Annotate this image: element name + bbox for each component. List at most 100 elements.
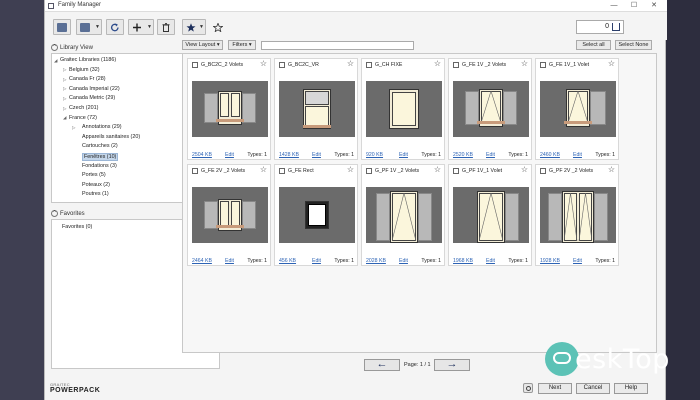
tree-item[interactable]: Canada Metric (29) [69,95,115,101]
settings-button[interactable] [523,383,533,393]
tree-item[interactable]: Poteaux (2) [82,182,110,188]
tree-collapsed-icon[interactable]: ▷ [63,86,66,92]
edit-link[interactable]: Edit [312,258,321,264]
tree-collapsed-icon[interactable]: ▷ [63,67,66,73]
view-layout-dropdown[interactable]: View Layout ▾ [182,40,223,50]
family-thumbnail[interactable] [366,187,442,243]
family-thumbnail[interactable] [453,187,529,243]
star-outline-icon[interactable]: ☆ [434,166,441,174]
family-size-link[interactable]: 2520 KB [453,152,473,158]
favorites-item[interactable]: Favorites (0) [62,224,92,230]
family-size-link[interactable]: 2460 KB [540,152,560,158]
tree-item[interactable]: Cartouches (2) [82,143,118,149]
tree-item[interactable]: Fenêtres (10) [82,153,119,161]
maximize-button[interactable]: ☐ [625,0,643,12]
family-card[interactable]: G_FE 1V_1 Volet ☆ 2460 KB Edit Types: 1 [535,58,619,160]
edit-link[interactable]: Edit [573,152,582,158]
cart-counter[interactable]: 0 [576,20,624,34]
previous-page-button[interactable]: ← [364,359,400,371]
star-outline-icon[interactable]: ☆ [521,166,528,174]
tree-item[interactable]: Portes (5) [82,172,106,178]
family-thumbnail[interactable] [540,81,616,137]
edit-link[interactable]: Edit [312,152,321,158]
edit-link[interactable]: Edit [486,152,495,158]
open-folder-button[interactable]: ▼ [76,19,102,35]
star-outline-icon[interactable]: ☆ [521,60,528,68]
add-favorite-button[interactable] [209,19,227,35]
family-checkbox[interactable] [192,168,198,174]
close-button[interactable]: ✕ [645,0,663,12]
tree-item[interactable]: Poutres (1) [82,191,109,197]
family-size-link[interactable]: 456 KB [279,258,296,264]
family-card[interactable]: G_PF 1V_1 Volet ☆ 1968 KB Edit Types: 1 [448,164,532,266]
library-view-header[interactable]: ^ Library View [51,44,93,51]
delete-button[interactable] [157,19,175,35]
tree-item[interactable]: Fondations (3) [82,163,117,169]
family-checkbox[interactable] [366,168,372,174]
family-card[interactable]: G_FE 1V _2 Volets ☆ 2520 KB Edit Types: 1 [448,58,532,160]
family-card[interactable]: G_FE 2V _2 Volets ☆ 2464 KB Edit Types: 1 [187,164,271,266]
family-thumbnail[interactable] [540,187,616,243]
family-checkbox[interactable] [540,168,546,174]
family-card[interactable]: G_BC2C_2 Volets ☆ 2504 KB Edit Types: 1 [187,58,271,160]
tree-item[interactable]: Canada Imperial (22) [69,86,120,92]
family-thumbnail[interactable] [279,187,355,243]
family-checkbox[interactable] [540,62,546,68]
tree-item[interactable]: France (72) [69,115,97,121]
tree-collapsed-icon[interactable]: ▷ [72,125,75,131]
star-outline-icon[interactable]: ☆ [347,166,354,174]
family-size-link[interactable]: 1428 KB [279,152,299,158]
select-all-button[interactable]: Select all [576,40,611,50]
family-checkbox[interactable] [453,62,459,68]
family-card[interactable]: G_CH FIXE ☆ 920 KB Edit Types: 1 [361,58,445,160]
next-button[interactable]: Next [538,383,572,394]
filters-dropdown[interactable]: Filters ▾ [228,40,256,50]
family-checkbox[interactable] [366,62,372,68]
minimize-button[interactable]: — [605,0,623,12]
tree-item[interactable]: Graitec Libraries (1186) [60,57,116,63]
tree-expanded-icon[interactable]: ◢ [63,115,66,121]
tree-collapsed-icon[interactable]: ▷ [63,96,66,102]
tree-collapsed-icon[interactable]: ▷ [63,106,66,112]
star-outline-icon[interactable]: ☆ [434,60,441,68]
star-outline-icon[interactable]: ☆ [347,60,354,68]
tree-item[interactable]: Appareils sanitaires (20) [82,134,140,140]
family-card[interactable]: G_FE Rect ☆ 456 KB Edit Types: 1 [274,164,358,266]
edit-link[interactable]: Edit [486,258,495,264]
edit-link[interactable]: Edit [225,152,234,158]
family-size-link[interactable]: 2028 KB [366,258,386,264]
tree-item[interactable]: Annotations (29) [82,124,122,130]
family-size-link[interactable]: 1968 KB [453,258,473,264]
family-size-link[interactable]: 920 KB [366,152,383,158]
family-thumbnail[interactable] [192,187,268,243]
family-size-link[interactable]: 2464 KB [192,258,212,264]
tree-item[interactable]: Belgium (32) [69,67,100,73]
family-size-link[interactable]: 1928 KB [540,258,560,264]
family-checkbox[interactable] [192,62,198,68]
add-button[interactable]: ▼ [128,19,154,35]
family-size-link[interactable]: 2504 KB [192,152,212,158]
edit-link[interactable]: Edit [225,258,234,264]
family-checkbox[interactable] [279,62,285,68]
family-card[interactable]: G_PF 2V _2 Volets ☆ 1928 KB Edit Types: 1 [535,164,619,266]
star-outline-icon[interactable]: ☆ [608,166,615,174]
family-thumbnail[interactable] [192,81,268,137]
star-outline-icon[interactable]: ☆ [260,166,267,174]
help-button[interactable]: Help [614,383,648,394]
refresh-button[interactable] [106,19,124,35]
favorites-menu-button[interactable]: ▼ [182,19,206,35]
select-none-button[interactable]: Select None [615,40,652,50]
tree-item[interactable]: Czech (201) [69,105,98,111]
new-library-button[interactable] [53,19,71,35]
edit-link[interactable]: Edit [573,258,582,264]
cancel-button[interactable]: Cancel [576,383,610,394]
family-card[interactable]: G_BC2C_VR ☆ 1428 KB Edit Types: 1 [274,58,358,160]
family-card[interactable]: G_PF 1V _2 Volets ☆ 2028 KB Edit Types: 1 [361,164,445,266]
tree-collapsed-icon[interactable]: ▷ [63,77,66,83]
next-page-button[interactable]: → [434,359,470,371]
family-thumbnail[interactable] [366,81,442,137]
family-thumbnail[interactable] [279,81,355,137]
tree-expanded-icon[interactable]: ◢ [54,58,57,64]
family-checkbox[interactable] [453,168,459,174]
family-thumbnail[interactable] [453,81,529,137]
